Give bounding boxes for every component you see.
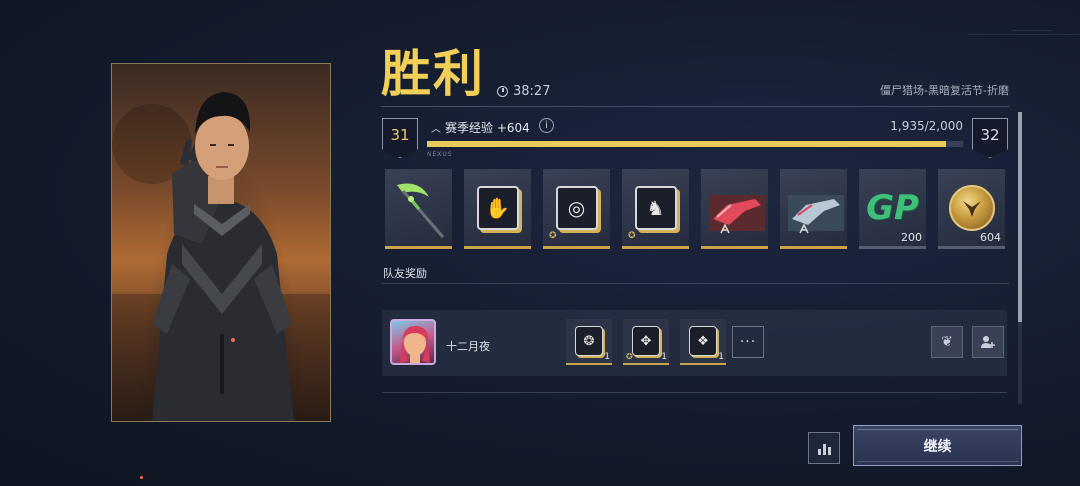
exp-progress-bar	[427, 141, 963, 147]
chevron-up-icon: ︿	[431, 124, 441, 135]
reward-blue-rifle[interactable]	[780, 169, 847, 249]
reward-quantity: 200	[901, 231, 922, 244]
match-duration: 38:27	[513, 84, 551, 99]
scrollbar-thumb[interactable]	[1018, 112, 1022, 322]
team-rewards-label: 队友奖励	[383, 267, 427, 280]
team-reward-item[interactable]: ❂ 1	[566, 319, 612, 365]
team-reward-item[interactable]: ✥ ✪ 1	[623, 319, 669, 365]
rewards-list: ✋ ◎ ✪ ♞ ✪ GP 200 604	[385, 169, 1005, 249]
current-level: 31	[390, 126, 410, 144]
team-reward-item[interactable]: ❖ 1	[680, 319, 726, 365]
gold-coin-icon	[948, 184, 995, 231]
item-quantity: 1	[661, 352, 667, 362]
bar-chart-icon	[827, 447, 831, 455]
character-figure	[112, 92, 330, 421]
decor-line	[968, 34, 1080, 35]
next-level: 32	[980, 126, 1000, 144]
teammate-row: 十二月夜 ❂ 1 ✥ ✪ 1 ❖ 1 ··· ❦	[382, 310, 1007, 376]
teammate-name: 十二月夜	[446, 340, 490, 353]
card-icon: ❖	[689, 326, 717, 356]
rank-icon: ✪	[628, 231, 636, 241]
exp-progress-fill	[427, 141, 946, 147]
continue-button[interactable]: 继续	[853, 425, 1022, 466]
reward-quantity: 604	[980, 231, 1001, 244]
item-quantity: 1	[718, 352, 724, 362]
blue-rifle-icon	[787, 194, 844, 233]
divider	[381, 106, 1009, 107]
result-title: 胜利	[381, 45, 485, 103]
stats-button[interactable]	[808, 432, 840, 464]
divider	[382, 392, 1007, 393]
teammate-avatar[interactable]	[390, 319, 436, 365]
leaf-icon: ❦	[941, 334, 953, 350]
character-portrait	[111, 63, 331, 422]
divider	[381, 283, 1009, 284]
red-rifle-icon	[708, 194, 765, 233]
add-friend-button[interactable]	[972, 326, 1004, 358]
scrollbar[interactable]	[1018, 112, 1022, 404]
hand-card-icon: ✋	[476, 185, 519, 230]
exp-progress-value: 1,935/2,000	[890, 119, 963, 133]
reward-scythe[interactable]	[385, 169, 452, 249]
season-exp-text: 赛季经验 +604	[445, 121, 530, 135]
rank-icon: ✪	[549, 231, 557, 241]
reward-hand-card[interactable]: ✋	[464, 169, 531, 249]
next-level-badge: 32	[972, 118, 1008, 158]
card-icon: ✥	[632, 326, 660, 356]
item-quantity: 1	[604, 352, 610, 362]
exp-tag: NEXUS	[427, 151, 453, 158]
reward-bell-card[interactable]: ♞ ✪	[622, 169, 689, 249]
reward-circle-card[interactable]: ◎ ✪	[543, 169, 610, 249]
rank-icon: ✪	[626, 352, 633, 361]
decor-spark	[140, 476, 143, 479]
season-exp-label: ︿ 赛季经验 +604	[431, 119, 530, 136]
match-timer: 38:27	[497, 84, 550, 99]
bell-card-icon: ♞	[634, 185, 677, 230]
reward-gp[interactable]: GP 200	[859, 169, 926, 249]
clock-icon	[497, 86, 508, 97]
info-icon[interactable]: i	[539, 118, 554, 133]
more-button[interactable]: ···	[732, 326, 764, 358]
game-mode-label: 僵尸猎场-黑暗复活节-折磨	[880, 84, 1009, 97]
scythe-icon	[396, 183, 444, 238]
add-friend-icon	[981, 336, 995, 348]
decor-line	[1012, 30, 1052, 31]
bar-chart-icon	[817, 449, 821, 455]
card-icon: ❂	[575, 326, 603, 356]
bar-chart-icon	[822, 444, 826, 455]
circle-card-icon: ◎	[555, 185, 598, 230]
gp-currency-icon: GP	[866, 187, 919, 228]
current-level-badge: 31	[382, 118, 418, 158]
reward-coin[interactable]: 604	[938, 169, 1005, 249]
like-button[interactable]: ❦	[931, 326, 963, 358]
reward-red-rifle[interactable]	[701, 169, 768, 249]
